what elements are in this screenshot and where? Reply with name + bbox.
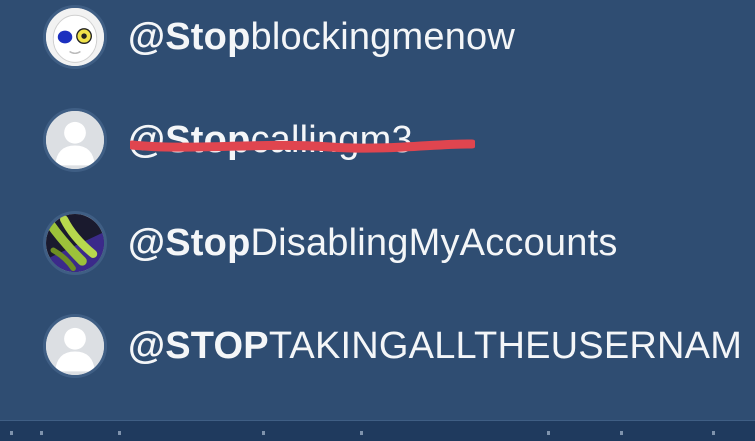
cropped-text-fragment <box>10 431 715 435</box>
username-rest: callingm3 <box>250 119 413 161</box>
user-row[interactable]: @STOPTAKINGALLTHEUSERNAM <box>0 301 755 391</box>
username: @Stopcallingm3 <box>128 117 413 163</box>
username-rest: blockingmenow <box>250 16 516 58</box>
username-rest: DisablingMyAccounts <box>250 222 618 264</box>
username-rest: TAKINGALLTHEUSERNAM <box>268 325 743 367</box>
user-row[interactable]: @Stopcallingm3 <box>0 95 755 185</box>
user-avatar <box>43 211 107 275</box>
user-search-results: @Stopblockingmenow @Stopcallingm3 @StopD… <box>0 0 755 420</box>
username-prefix: @Stop <box>128 119 251 161</box>
username-prefix: @Stop <box>128 16 251 58</box>
user-avatar <box>43 5 107 69</box>
bottom-bar <box>0 420 755 441</box>
cartoon-avatar-icon <box>46 8 104 66</box>
default-avatar-icon <box>46 111 104 169</box>
photo-avatar-icon <box>46 214 104 272</box>
user-avatar <box>43 314 107 378</box>
user-avatar <box>43 108 107 172</box>
username-prefix: @STOP <box>128 325 269 367</box>
user-row[interactable]: @Stopblockingmenow <box>0 0 755 82</box>
default-avatar-icon <box>46 317 104 375</box>
username-prefix: @Stop <box>128 222 251 264</box>
username: @STOPTAKINGALLTHEUSERNAM <box>128 323 742 369</box>
username: @Stopblockingmenow <box>128 14 515 60</box>
user-row[interactable]: @StopDisablingMyAccounts <box>0 198 755 288</box>
username: @StopDisablingMyAccounts <box>128 220 618 266</box>
